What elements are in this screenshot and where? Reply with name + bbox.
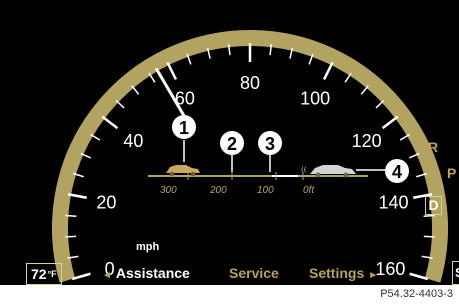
tab-service[interactable]: Service (229, 264, 279, 282)
callout-1: 1 (172, 115, 196, 139)
figure-caption: P54.32-4403-3 (380, 288, 453, 300)
gauge-label-100: 100 (300, 88, 330, 108)
gear-up-arrow-icon-2: ▲ (429, 183, 437, 192)
gear-n: N (428, 165, 439, 181)
gauge-tick (115, 99, 125, 109)
tab-assistance-label: Assistance (115, 265, 190, 281)
gauge-tick (381, 115, 399, 130)
gauge-tick (423, 235, 435, 238)
gauge-tick (166, 61, 178, 80)
speed-unit-label: mph (136, 241, 160, 253)
right-edge-indicator: S (452, 261, 459, 285)
svg-text:2: 2 (227, 134, 237, 154)
gauge-label-40: 40 (123, 131, 143, 151)
distance-label-0ft: 0ft (303, 185, 315, 196)
gear-up-arrow-icon: ▲ (429, 155, 437, 164)
speedometer-gauge: 020406080100120140160 mph 300 200 100 0f… (52, 30, 448, 283)
svg-text:3: 3 (265, 134, 275, 154)
distance-label-300: 300 (160, 185, 177, 196)
svg-text:1: 1 (179, 118, 189, 138)
svg-text:4: 4 (392, 162, 402, 182)
gauge-tick (322, 61, 334, 80)
gauge-tick (423, 214, 435, 217)
gauge-tick (131, 85, 140, 95)
distance-label-100: 100 (257, 185, 274, 196)
tab-settings[interactable]: Settings ► (309, 264, 382, 285)
gear-p-partial: P (447, 165, 457, 181)
gauge-tick (65, 214, 77, 217)
gauge-tick (360, 85, 369, 95)
gauge-tick (409, 272, 429, 281)
gauge-tick (67, 193, 88, 199)
outside-temperature: 72°F (26, 263, 62, 285)
distance-label-200: 200 (209, 185, 227, 196)
sensor-waves-icon: (( (301, 166, 307, 174)
gear-d-selected: D (425, 196, 442, 215)
gauge-label-80: 80 (240, 73, 260, 93)
arrow-left-icon: ◄ (102, 270, 112, 281)
instrument-cluster: 0 20 40 60 80 100 120 140 160 mph 300 200 100 0f… (0, 0, 459, 285)
tab-assistance[interactable]: ◄ Assistance (98, 264, 190, 285)
callout-4: 4 (385, 159, 409, 183)
callout-3: 3 (258, 131, 282, 155)
temperature-value: 72 (31, 266, 47, 282)
gauge-tick (65, 235, 77, 238)
gear-r: R (428, 139, 439, 155)
callout-2: 2 (220, 131, 244, 155)
gauge-label-140: 140 (379, 192, 409, 212)
tab-service-label: Service (229, 265, 279, 281)
gauge-tick (375, 99, 385, 109)
gauge-tick (101, 115, 119, 130)
distance-display: 300 200 100 0ft ((1 2 3 4 (148, 115, 409, 196)
arrow-right-icon: ► (368, 270, 379, 281)
vehicle-ahead-icon (166, 165, 200, 177)
gauge-tick (71, 272, 91, 281)
tab-settings-label: Settings (309, 265, 365, 281)
gauge-label-120: 120 (352, 131, 382, 151)
temperature-unit: °F (47, 269, 57, 279)
gauge-label-20: 20 (96, 192, 116, 212)
